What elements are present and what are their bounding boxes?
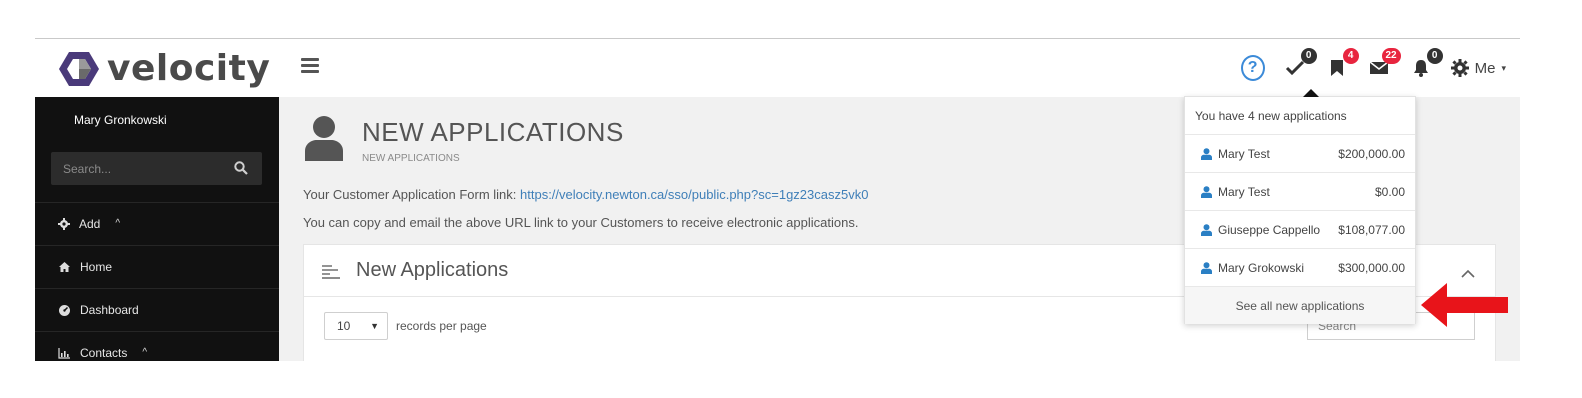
velocity-logo-icon (59, 50, 99, 88)
user-icon (1201, 147, 1212, 160)
bell-icon[interactable]: 0 (1409, 48, 1443, 80)
sidebar-search (51, 152, 262, 185)
applicant-name: Mary Test (1218, 184, 1270, 199)
chevron-down-icon: ▼ (370, 321, 379, 331)
sidebar-item-label: Contacts (80, 345, 128, 360)
applications-badge: 4 (1342, 48, 1359, 64)
application-item[interactable]: Mary Test $0.00 (1185, 172, 1415, 210)
application-amount: $108,077.00 (1338, 222, 1405, 237)
messages-badge: 22 (1381, 48, 1401, 64)
copy-instructions: You can copy and email the above URL lin… (303, 215, 859, 230)
sidebar-item-label: Dashboard (80, 302, 139, 317)
chart-icon (58, 347, 70, 359)
sidebar-item-add[interactable]: Add ^ (35, 202, 279, 244)
application-item[interactable]: Mary Grokowski $300,000.00 (1185, 248, 1415, 286)
search-icon[interactable] (234, 161, 248, 180)
records-per-page: 10 ▼ records per page (324, 312, 487, 340)
records-label: records per page (396, 319, 487, 333)
gear-icon (58, 217, 70, 230)
user-menu[interactable]: Me ▾ (1450, 59, 1506, 77)
dashboard-icon (59, 304, 70, 316)
form-link[interactable]: https://velocity.newton.ca/sso/public.ph… (520, 187, 868, 202)
sidebar-item-contacts[interactable]: Contacts ^ (35, 331, 279, 361)
applicant-name: Giuseppe Cappello (1218, 222, 1321, 237)
page-title: NEW APPLICATIONS (362, 117, 624, 147)
sidebar-item-home[interactable]: Home (35, 245, 279, 287)
application-amount: $0.00 (1374, 184, 1405, 199)
bookmark-icon[interactable]: 4 (1325, 48, 1359, 80)
logo[interactable]: velocity (59, 49, 270, 89)
user-icon (1201, 261, 1212, 274)
chevron-up-icon[interactable] (1461, 265, 1475, 283)
tasks-check-icon[interactable]: 0 (1283, 48, 1317, 80)
annotation-arrow-icon (1421, 283, 1509, 332)
dropdown-header: You have 4 new applications (1195, 109, 1347, 123)
page-subtitle: NEW APPLICATIONS (362, 153, 460, 164)
me-label: Me (1474, 59, 1496, 77)
sidebar-item-label: Home (80, 259, 113, 274)
chevron-up-icon: ^ (115, 218, 121, 229)
sidebar-item-label: Add (79, 216, 101, 231)
user-icon (1201, 223, 1212, 236)
application-item[interactable]: Giuseppe Cappello $108,077.00 (1185, 210, 1415, 248)
envelope-icon[interactable]: 22 (1367, 48, 1401, 80)
list-icon (322, 264, 342, 285)
logo-text: velocity (107, 48, 271, 89)
menu-toggle-icon[interactable] (301, 58, 319, 74)
page-size-select[interactable]: 10 ▼ (324, 312, 388, 340)
header-actions: ? 0 4 22 0 Me ▾ (1240, 48, 1506, 84)
gear-icon (1450, 59, 1469, 77)
page-size-value: 10 (337, 319, 351, 333)
applications-dropdown: You have 4 new applications Mary Test $2… (1184, 89, 1416, 324)
help-icon[interactable]: ? (1240, 55, 1265, 81)
home-icon (59, 261, 70, 272)
application-item[interactable]: Mary Test $200,000.00 (1185, 134, 1415, 172)
see-all-applications-link[interactable]: See all new applications (1185, 286, 1415, 324)
form-link-line: Your Customer Application Form link: htt… (303, 187, 868, 202)
sidebar-item-dashboard[interactable]: Dashboard (35, 288, 279, 330)
chevron-down-icon: ▾ (1501, 62, 1506, 73)
form-link-label: Your Customer Application Form link: (303, 187, 521, 202)
user-icon (303, 115, 345, 166)
notifications-badge: 0 (1426, 48, 1443, 64)
top-navbar: velocity ? 0 4 22 0 Me ▾ (35, 39, 1520, 97)
chevron-up-icon: ^ (142, 347, 148, 358)
sidebar-search-input[interactable] (51, 152, 221, 185)
application-amount: $200,000.00 (1338, 146, 1405, 161)
sidebar: Mary Gronkowski Add ^ Home Dashboard Con… (35, 97, 279, 361)
tasks-badge: 0 (1300, 48, 1317, 64)
user-icon (1201, 185, 1212, 198)
dropdown-pointer (1303, 89, 1319, 97)
applicant-name: Mary Grokowski (1218, 260, 1305, 275)
applicant-name: Mary Test (1218, 146, 1270, 161)
panel-title: New Applications (356, 259, 509, 281)
application-amount: $300,000.00 (1338, 260, 1405, 275)
app-window: velocity ? 0 4 22 0 Me ▾ Mary Gronkowski… (35, 38, 1520, 361)
sidebar-user-name: Mary Gronkowski (74, 113, 167, 127)
